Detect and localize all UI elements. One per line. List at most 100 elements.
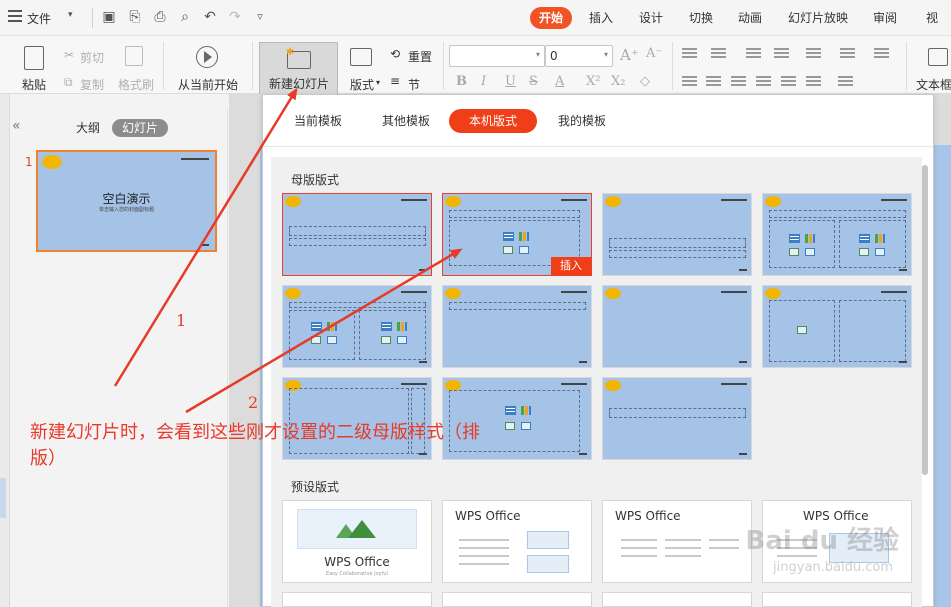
slide-thumbnail[interactable]: 空白演示 单击输入您的封面副标题: [36, 150, 217, 252]
shrink-font-icon[interactable]: A⁻: [646, 46, 662, 61]
tab-other-templates[interactable]: 其他模板: [371, 109, 441, 133]
column-icon[interactable]: [874, 48, 889, 61]
chart-icon: [519, 232, 529, 241]
align-text-icon[interactable]: [840, 48, 855, 61]
tab-insert[interactable]: 插入: [583, 7, 619, 29]
reset-button[interactable]: 重置: [408, 48, 432, 65]
preset-layout-6[interactable]: [442, 592, 592, 607]
bold-icon[interactable]: B: [456, 74, 467, 89]
italic-icon[interactable]: I: [481, 74, 486, 89]
paste-button[interactable]: 粘贴: [16, 76, 52, 93]
redo-icon[interactable]: ↷: [226, 8, 244, 26]
decrease-indent-icon[interactable]: [746, 48, 761, 61]
tab-review[interactable]: 审阅: [867, 7, 903, 29]
align-right-icon[interactable]: [731, 76, 746, 89]
tab-view[interactable]: 视: [917, 7, 947, 29]
export-icon[interactable]: ⎘: [126, 8, 144, 26]
tab-transition[interactable]: 切换: [683, 7, 719, 29]
text-box-icon[interactable]: [928, 48, 948, 66]
preset-layout-1[interactable]: WPS Office Easy Collaborative Joyful: [282, 500, 432, 583]
justify-icon[interactable]: [756, 76, 771, 89]
tab-slideshow[interactable]: 幻灯片放映: [782, 7, 854, 29]
layout-title-bar[interactable]: [602, 377, 752, 460]
layout-caret-icon[interactable]: ▾: [376, 78, 380, 87]
tab-local-layouts[interactable]: 本机版式: [449, 109, 537, 133]
slide-number: 1: [25, 155, 33, 169]
tab-design[interactable]: 设计: [633, 7, 669, 29]
grow-font-icon[interactable]: A⁺: [620, 46, 639, 64]
layout-comparison[interactable]: [282, 285, 432, 368]
strikethrough-icon[interactable]: S: [529, 74, 538, 89]
paste-icon[interactable]: [24, 46, 44, 70]
subscript-icon[interactable]: X₂: [611, 74, 625, 89]
preset-layout-2[interactable]: WPS Office: [442, 500, 592, 583]
layout-icon[interactable]: [350, 48, 372, 66]
layout-two-content[interactable]: [762, 193, 912, 276]
picture-icon: [503, 246, 513, 254]
play-from-current-button[interactable]: 从当前开始: [172, 76, 244, 93]
preset-layout-3[interactable]: WPS Office: [602, 500, 752, 583]
file-menu[interactable]: 文件: [27, 10, 51, 27]
bullets-icon[interactable]: [682, 48, 697, 61]
layout-button[interactable]: 版式: [344, 76, 380, 93]
picture-icon: [527, 531, 569, 549]
distribute-icon[interactable]: [781, 76, 796, 89]
section-button[interactable]: 节: [408, 76, 420, 93]
play-icon[interactable]: [196, 46, 218, 68]
align-left-icon[interactable]: [682, 76, 697, 89]
section-icon[interactable]: ≡: [390, 74, 400, 88]
new-slide-button[interactable]: ✱ 新建幻灯片: [259, 42, 338, 95]
clear-format-icon[interactable]: ◇: [640, 74, 650, 89]
paragraph-spacing-icon[interactable]: [838, 76, 853, 89]
print-preview-icon[interactable]: ⌕: [176, 8, 194, 26]
logo-icon: [605, 288, 621, 299]
layout-title-content[interactable]: 插入: [442, 193, 592, 276]
save-icon[interactable]: ▣: [100, 8, 118, 26]
format-painter-button[interactable]: 格式刷: [116, 76, 156, 93]
text-box-button[interactable]: 文本框: [916, 76, 951, 93]
tab-my-templates[interactable]: 我的模板: [547, 109, 617, 133]
numbering-icon[interactable]: [711, 48, 726, 61]
tab-outline[interactable]: 大纲: [68, 119, 108, 137]
align-center-icon[interactable]: [706, 76, 721, 89]
underline-icon[interactable]: U: [505, 74, 516, 89]
title-bar: 文件 ▾ ▣ ⎘ ⎙ ⌕ ↶ ↷ ▿ 开始 插入 设计 切换 动画 幻灯片放映 …: [0, 0, 951, 36]
collapse-panel-icon[interactable]: «: [12, 118, 21, 134]
print-icon[interactable]: ⎙: [151, 8, 169, 26]
copy-icon[interactable]: ⧉: [64, 75, 73, 90]
format-painter-icon[interactable]: [125, 46, 143, 66]
scrollbar[interactable]: [922, 165, 928, 475]
layout-title-only[interactable]: [442, 285, 592, 368]
menu-icon[interactable]: [8, 10, 22, 22]
cut-button[interactable]: 剪切: [80, 49, 104, 66]
tab-home[interactable]: 开始: [530, 7, 572, 29]
reset-icon[interactable]: ⟲: [390, 47, 400, 61]
picture-icon: [797, 326, 807, 334]
undo-icon[interactable]: ↶: [201, 8, 219, 26]
tab-slides[interactable]: 幻灯片: [112, 119, 168, 137]
divider: [443, 42, 444, 90]
file-caret-icon[interactable]: ▾: [68, 10, 73, 20]
layout-title[interactable]: [282, 193, 432, 276]
increase-indent-icon[interactable]: [774, 48, 789, 61]
layout-section-header[interactable]: [602, 193, 752, 276]
layout-blank[interactable]: [602, 285, 752, 368]
font-size-select[interactable]: 0 ▾: [545, 45, 613, 67]
superscript-icon[interactable]: X²: [586, 74, 600, 89]
font-family-select[interactable]: ▾: [449, 45, 545, 67]
customize-caret-icon[interactable]: ▿: [251, 8, 269, 26]
layout-picture-caption[interactable]: [762, 285, 912, 368]
font-color-icon[interactable]: A: [555, 74, 564, 89]
line-spacing-icon[interactable]: [806, 76, 821, 89]
copy-button[interactable]: 复制: [80, 76, 104, 93]
tab-animation[interactable]: 动画: [732, 7, 768, 29]
annotation-number-2: 2: [248, 393, 259, 412]
cut-icon[interactable]: ✂: [64, 48, 74, 62]
preset-layout-7[interactable]: [602, 592, 752, 607]
insert-button[interactable]: 插入: [551, 257, 591, 275]
preset-layout-8[interactable]: [762, 592, 912, 607]
tab-current-template[interactable]: 当前模板: [283, 109, 353, 133]
text-direction-icon[interactable]: [806, 48, 821, 61]
annotation-text: 新建幻灯片时，会看到这些刚才设置的二级母版样式（排版）: [30, 422, 480, 469]
preset-layout-5[interactable]: [282, 592, 432, 607]
